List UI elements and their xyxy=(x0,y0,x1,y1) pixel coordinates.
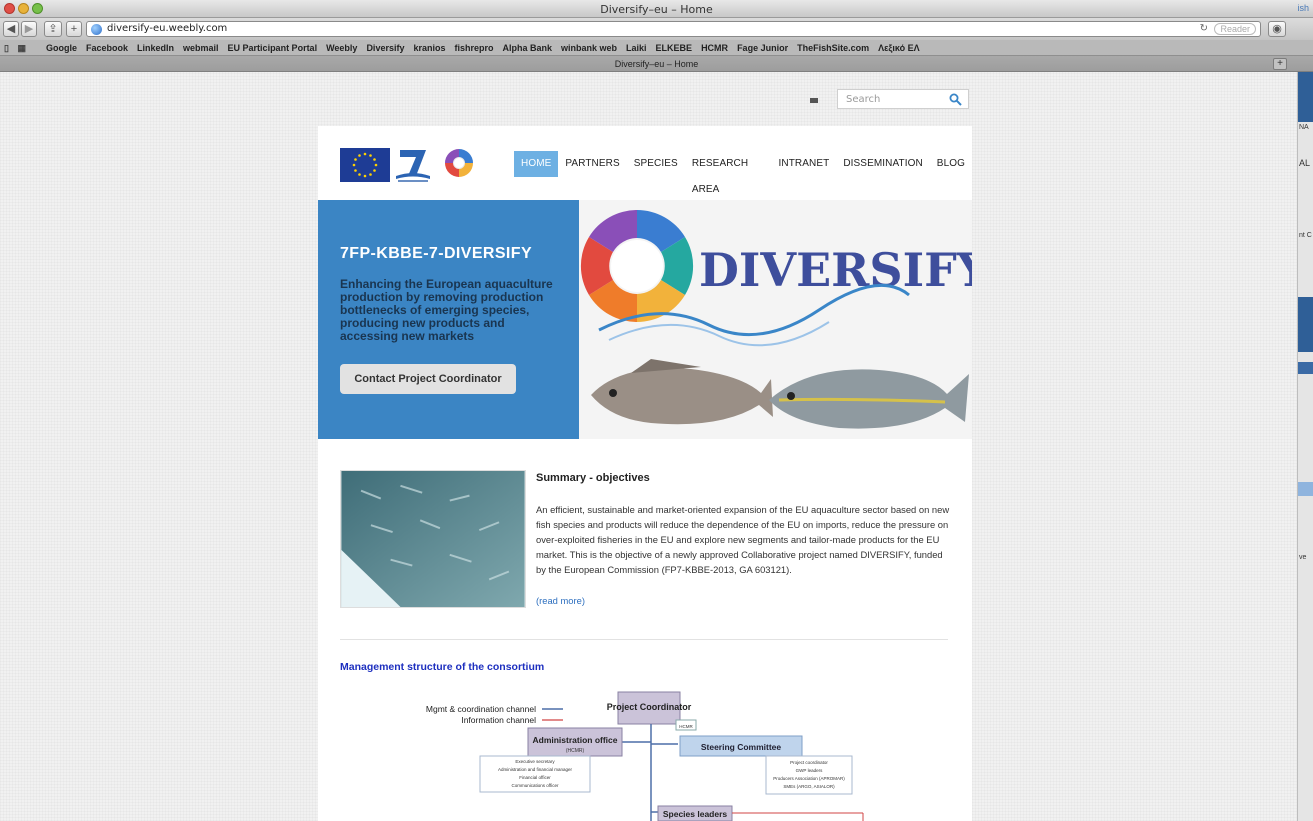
nav-intranet[interactable]: INTRANET xyxy=(772,151,837,177)
side-label: ve xyxy=(1299,554,1307,561)
bookmark-item[interactable]: ELKEBE xyxy=(656,43,693,53)
hero-text-panel: 7FP-KBBE-7-DIVERSIFY Enhancing the Europ… xyxy=(318,200,579,439)
fp7-logo xyxy=(396,150,430,182)
diversify-wheel-logo xyxy=(445,149,473,177)
steering-committee-box: Steering Committee xyxy=(701,742,782,752)
book-icon[interactable]: ▯ xyxy=(4,43,9,53)
new-tab-button[interactable]: + xyxy=(66,21,82,37)
bookmark-item[interactable]: kranios xyxy=(413,43,445,53)
address-bar[interactable]: diversify-eu.weebly.com ↻ Reader xyxy=(86,21,1261,37)
search-icon[interactable] xyxy=(949,93,962,106)
mail-icon[interactable] xyxy=(810,98,818,103)
window-corner-label: ish xyxy=(1297,3,1309,13)
hero-banner: 7FP-KBBE-7-DIVERSIFY Enhancing the Europ… xyxy=(318,200,972,439)
bookmark-item[interactable]: Fage Junior xyxy=(737,43,788,53)
nav-research-area[interactable]: RESEARCH AREA xyxy=(685,151,772,195)
side-block xyxy=(1298,362,1313,374)
downloads-button[interactable]: ◉ xyxy=(1268,21,1286,37)
steering-item: SMEs (ARGO, ASIALOR) xyxy=(783,784,835,789)
main-nav: HOME PARTNERS SPECIES RESEARCH AREA INTR… xyxy=(514,151,972,195)
bookmark-item[interactable]: TheFishSite.com xyxy=(797,43,869,53)
forward-button[interactable]: ▶ xyxy=(21,21,37,37)
management-org-chart: Mgmt & coordination channel Information … xyxy=(426,691,864,821)
steering-item: Project coordinator xyxy=(790,760,828,765)
coordinator-tag: HCMR xyxy=(679,724,693,729)
bookmarks-bar: ▯ ▦ Google Facebook LinkedIn webmail EU Part… xyxy=(0,40,1313,56)
bookmark-item[interactable]: Weebly xyxy=(326,43,357,53)
section-divider xyxy=(340,639,948,640)
search-placeholder: Search xyxy=(846,94,881,105)
steering-item: GWP leaders xyxy=(796,768,823,773)
side-window-strip: NA AL nt C ve xyxy=(1297,72,1313,821)
admin-item: Communications officer xyxy=(512,783,559,788)
species-leaders-box: Species leaders xyxy=(663,809,728,819)
contact-coordinator-button[interactable]: Contact Project Coordinator xyxy=(340,364,516,394)
side-block xyxy=(1298,297,1313,352)
read-more-link[interactable]: (read more) xyxy=(536,595,585,606)
tab-diversify-home[interactable]: Diversify–eu – Home xyxy=(0,59,1313,69)
side-block xyxy=(1298,482,1313,496)
nav-dissemination[interactable]: DISSEMINATION xyxy=(836,151,929,177)
share-icon: ⇪ xyxy=(48,23,58,35)
side-block xyxy=(1298,72,1313,122)
fish-school-photo xyxy=(340,470,526,608)
hero-title: 7FP-KBBE-7-DIVERSIFY xyxy=(340,245,533,262)
share-button[interactable]: ⇪ xyxy=(44,21,62,37)
bookmark-item[interactable]: Laiki xyxy=(626,43,647,53)
summary-title: Summary - objectives xyxy=(536,472,650,484)
bookmark-item[interactable]: fishrepro xyxy=(454,43,493,53)
management-title: Management structure of the consortium xyxy=(340,661,545,673)
bookmark-item[interactable]: Λεξικό ΕΛ xyxy=(878,43,920,53)
site-header: HOME PARTNERS SPECIES RESEARCH AREA INTR… xyxy=(318,126,972,200)
admin-item: Administration and financial manager xyxy=(498,767,573,772)
eu-flag-logo xyxy=(340,148,390,182)
bookmark-item[interactable]: LinkedIn xyxy=(137,43,174,53)
window-titlebar: Diversify–eu – Home ish xyxy=(0,0,1313,18)
nav-partners[interactable]: PARTNERS xyxy=(558,151,626,177)
nav-home[interactable]: HOME xyxy=(514,151,559,177)
bookmark-item[interactable]: HCMR xyxy=(701,43,728,53)
browser-toolbar: ◀ ▶ ⇪ + diversify-eu.weebly.com ↻ Reader… xyxy=(0,18,1313,40)
grid-icon[interactable]: ▦ xyxy=(17,43,26,53)
bookmark-item[interactable]: Facebook xyxy=(86,43,128,53)
window-title: Diversify–eu – Home xyxy=(600,3,713,16)
reader-button[interactable]: Reader xyxy=(1214,23,1256,35)
side-label: NA xyxy=(1299,124,1309,131)
bookmark-item[interactable]: EU Participant Portal xyxy=(228,43,318,53)
side-label: AL xyxy=(1299,158,1311,168)
admin-office-box: Administration office xyxy=(532,735,617,745)
nav-species[interactable]: SPECIES xyxy=(627,151,685,177)
coordinator-box: Project Coordinator xyxy=(607,702,692,712)
admin-item: Financial officer xyxy=(519,775,551,780)
steering-item: Producers Association (APROMAR) xyxy=(773,776,845,781)
bookmark-item[interactable]: winbank web xyxy=(561,43,617,53)
bookmark-item[interactable]: webmail xyxy=(183,43,219,53)
bookmarks-list: Google Facebook LinkedIn webmail EU Particip… xyxy=(46,43,929,53)
admin-office-sub: (HCMR) xyxy=(566,748,585,754)
admin-item: Executive secretary xyxy=(515,759,555,764)
reload-icon[interactable]: ↻ xyxy=(1200,23,1208,34)
back-button[interactable]: ◀ xyxy=(3,21,19,37)
hero-subtitle: Enhancing the European aquaculture produ… xyxy=(340,277,553,343)
hero-brand-text: DIVERSIFY xyxy=(699,243,972,297)
download-icon: ◉ xyxy=(1272,23,1282,35)
hero-diversify-image: DIVERSIFY xyxy=(579,200,972,439)
tab-bar: Diversify–eu – Home + xyxy=(0,56,1313,72)
globe-icon xyxy=(91,24,102,35)
nav-blog[interactable]: BLOG xyxy=(930,151,972,177)
search-input[interactable]: Search xyxy=(837,89,969,109)
bookmark-item[interactable]: Diversify xyxy=(366,43,404,53)
legend-mgmt-label: Mgmt & coordination channel xyxy=(426,704,536,714)
address-bar-url: diversify-eu.weebly.com xyxy=(107,23,228,34)
legend-info-label: Information channel xyxy=(461,715,536,725)
bookmark-item[interactable]: Alpha Bank xyxy=(503,43,553,53)
site-container: HOME PARTNERS SPECIES RESEARCH AREA INTR… xyxy=(318,126,972,821)
add-tab-button[interactable]: + xyxy=(1273,58,1287,70)
bookmark-item[interactable]: Google xyxy=(46,43,77,53)
summary-text: An efficient, sustainable and market-ori… xyxy=(536,504,950,575)
bookmarks-icons: ▯ ▦ xyxy=(4,43,26,54)
side-label: nt C xyxy=(1299,232,1312,239)
